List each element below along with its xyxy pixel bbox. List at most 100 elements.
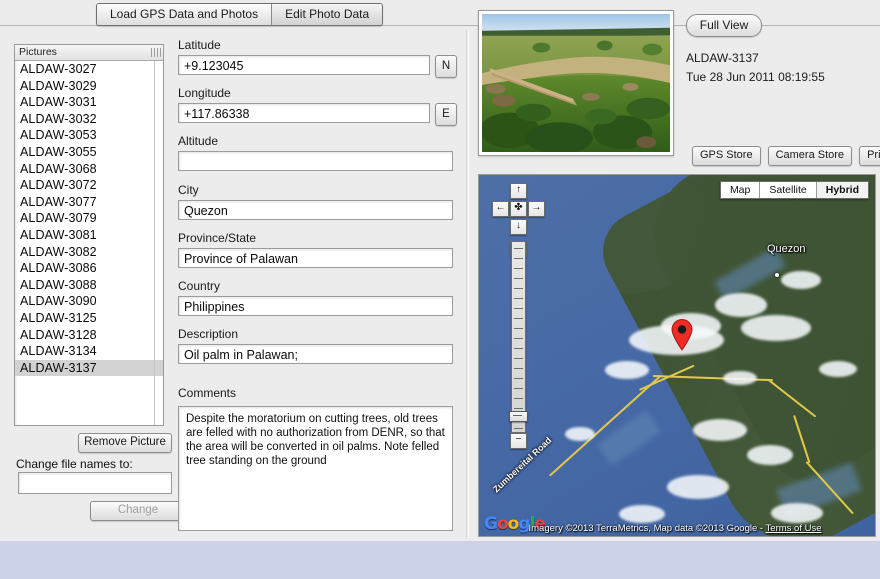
map-view[interactable]: Quezon Zumbereital Road ↑ ← ✤ → ↓ + − Ma… (478, 174, 876, 537)
map-cloud (819, 361, 857, 377)
map-type-map[interactable]: Map (720, 182, 761, 198)
pictures-list-header: Pictures (15, 45, 163, 61)
gps-store-button[interactable]: GPS Store (692, 146, 761, 166)
picture-list-item[interactable]: ALDAW-3082 (15, 244, 163, 261)
map-zoom-slider-thumb[interactable] (509, 411, 528, 422)
map-zoom-tick (514, 358, 523, 359)
description-label: Description (178, 327, 239, 341)
map-pan-down-button[interactable]: ↓ (510, 219, 527, 235)
map-attribution: Imagery ©2013 TerraMetrics, Map data ©20… (479, 522, 875, 536)
altitude-label: Altitude (178, 134, 219, 148)
map-pan-left-button[interactable]: ← (492, 201, 509, 217)
picture-list-item[interactable]: ALDAW-3055 (15, 144, 163, 161)
longitude-label: Longitude (178, 86, 231, 100)
tab-load-gps-data-and-photos[interactable]: Load GPS Data and Photos (97, 4, 273, 25)
map-zoom-out-button[interactable]: − (510, 433, 527, 449)
photo-data-form: Latitude +9.123045 N Longitude +117.8633… (172, 38, 460, 533)
map-type-hybrid[interactable]: Hybrid (816, 182, 868, 198)
map-zoom-tick (514, 298, 523, 299)
city-input[interactable]: Quezon (178, 200, 453, 220)
map-cloud (781, 271, 821, 289)
map-cloud (667, 475, 729, 499)
map-cloud (693, 419, 747, 441)
remove-picture-button[interactable]: Remove Picture (78, 433, 172, 453)
picture-list-item[interactable]: ALDAW-3031 (15, 94, 163, 111)
camera-store-button[interactable]: Camera Store (767, 146, 853, 166)
picture-list-item[interactable]: ALDAW-3053 (15, 127, 163, 144)
altitude-input[interactable] (178, 151, 453, 171)
map-zoom-slider-track[interactable] (511, 241, 526, 433)
map-attribution-text: Imagery ©2013 TerraMetrics, Map data ©20… (528, 523, 766, 534)
longitude-input[interactable]: +117.86338 (178, 103, 430, 123)
map-zoom-tick (514, 288, 523, 289)
picture-list-item[interactable]: ALDAW-3079 (15, 210, 163, 227)
picture-list-item[interactable]: ALDAW-3072 (15, 177, 163, 194)
map-cloud (605, 361, 649, 379)
full-view-button[interactable]: Full View (686, 14, 762, 37)
picture-list-item[interactable]: ALDAW-3090 (15, 293, 163, 310)
map-zoom-tick (514, 338, 523, 339)
map-zoom-tick (514, 388, 523, 389)
province-state-input[interactable]: Province of Palawan (178, 248, 453, 268)
map-zoom-tick (514, 398, 523, 399)
store-button-group: GPS Store Camera Store Prints (692, 146, 880, 166)
column-resize-grip-icon[interactable] (151, 48, 161, 57)
picture-list-item[interactable]: ALDAW-3081 (15, 227, 163, 244)
description-input[interactable]: Oil palm in Palawan; (178, 344, 453, 364)
map-canvas[interactable]: Quezon Zumbereital Road (479, 175, 875, 536)
picture-list-item[interactable]: ALDAW-3029 (15, 78, 163, 95)
latitude-input[interactable]: +9.123045 (178, 55, 430, 75)
prints-button[interactable]: Prints (859, 146, 880, 166)
map-location-marker-icon[interactable] (671, 319, 693, 351)
picture-list-item[interactable]: ALDAW-3088 (15, 277, 163, 294)
picture-list-item[interactable]: ALDAW-3077 (15, 194, 163, 211)
pictures-list[interactable]: ALDAW-3027 ALDAW-3029 ALDAW-3031 ALDAW-3032… (15, 61, 163, 424)
change-file-names-label: Change file names to: (16, 457, 133, 471)
map-type-satellite[interactable]: Satellite (760, 182, 817, 198)
map-cloud (747, 445, 793, 465)
change-file-names-input[interactable] (18, 472, 172, 494)
picture-list-item[interactable]: ALDAW-3027 (15, 61, 163, 78)
map-place-label: Quezon (767, 243, 806, 255)
map-zoom-tick (514, 378, 523, 379)
tab-group: Load GPS Data and Photos Edit Photo Data (96, 3, 384, 26)
pictures-list-column-divider (154, 61, 155, 425)
picture-list-item[interactable]: ALDAW-3125 (15, 310, 163, 327)
map-cloud (771, 503, 823, 523)
picture-list-item[interactable]: ALDAW-3134 (15, 343, 163, 360)
country-label: Country (178, 279, 221, 293)
picture-list-item[interactable]: ALDAW-3086 (15, 260, 163, 277)
map-zoom-tick (514, 368, 523, 369)
comments-label: Comments (178, 386, 237, 400)
photo-artwork-icon (482, 14, 670, 152)
latitude-hemisphere-button[interactable]: N (435, 55, 457, 78)
picture-list-item[interactable]: ALDAW-3032 (15, 111, 163, 128)
tab-edit-photo-data[interactable]: Edit Photo Data (272, 4, 383, 25)
map-pan-up-button[interactable]: ↑ (510, 183, 527, 199)
picture-list-item[interactable]: ALDAW-3068 (15, 161, 163, 178)
pictures-list-box[interactable]: Pictures ALDAW-3027 ALDAW-3029 ALDAW-3031 A… (14, 44, 164, 426)
map-zoom-tick (514, 308, 523, 309)
map-zoom-tick (514, 268, 523, 269)
longitude-hemisphere-button[interactable]: E (435, 103, 457, 126)
map-cloud (619, 505, 665, 523)
latitude-label: Latitude (178, 38, 221, 52)
map-zoom-tick (514, 428, 523, 429)
map-pan-right-button[interactable]: → (528, 201, 545, 217)
country-input[interactable]: Philippines (178, 296, 453, 316)
photo-name-label: ALDAW-3137 (686, 51, 759, 65)
picture-list-item[interactable]: ALDAW-3128 (15, 327, 163, 344)
map-zoom-tick (514, 348, 523, 349)
map-cloud (715, 293, 767, 317)
photo-date-label: Tue 28 Jun 2011 08:19:55 (686, 70, 825, 84)
map-terms-of-use-link[interactable]: Terms of Use (766, 523, 822, 534)
map-place-dot (775, 273, 779, 277)
photo-preview-frame[interactable] (478, 10, 674, 156)
comments-textarea[interactable]: Despite the moratorium on cutting trees,… (178, 406, 453, 531)
map-pan-center-button[interactable]: ✤ (510, 201, 527, 217)
picture-list-item[interactable]: ALDAW-3137 (15, 359, 163, 377)
map-zoom-tick (514, 318, 523, 319)
map-zoom-tick (514, 248, 523, 249)
map-type-selector: Map Satellite Hybrid (719, 181, 869, 199)
panel-divider (466, 30, 467, 538)
